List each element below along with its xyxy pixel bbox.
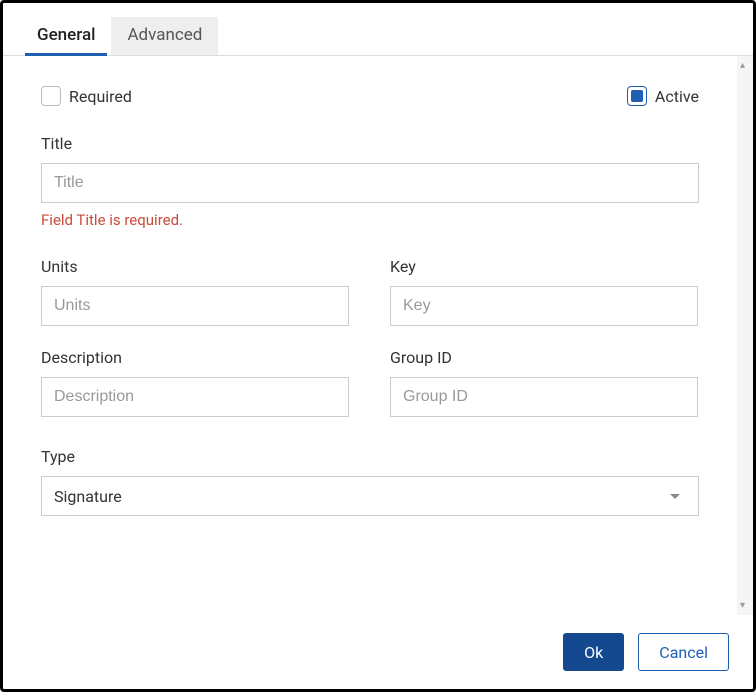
description-label: Description [41,348,350,367]
type-select-value: Signature [54,487,122,506]
title-input[interactable] [41,163,699,203]
scroll-down-icon: ▾ [740,600,745,611]
type-label: Type [41,447,699,466]
groupid-label: Group ID [390,348,699,367]
row-units-key: Units Key [41,257,699,326]
dialog-footer: Ok Cancel [3,615,753,689]
required-checkbox[interactable] [41,86,61,106]
title-label: Title [41,134,699,153]
form-content: Required Active Title Field Title is req… [3,56,737,615]
active-label: Active [655,87,699,106]
content-wrapper: Required Active Title Field Title is req… [3,56,753,615]
required-label: Required [69,87,132,106]
cancel-button[interactable]: Cancel [638,633,729,671]
required-checkbox-group: Required [41,86,132,106]
description-field-block: Description [41,348,350,417]
title-field-block: Title Field Title is required. [41,134,699,229]
key-label: Key [390,257,699,276]
units-label: Units [41,257,350,276]
tab-advanced[interactable]: Advanced [111,17,218,55]
vertical-scrollbar[interactable]: ▴ ▾ [737,56,753,615]
ok-button[interactable]: Ok [563,633,624,671]
title-error: Field Title is required. [41,211,699,229]
row-description-groupid: Description Group ID [41,348,699,417]
active-checkbox[interactable] [627,86,647,106]
description-input[interactable] [41,377,349,417]
key-field-block: Key [390,257,699,326]
groupid-input[interactable] [390,377,698,417]
tab-bar: General Advanced [3,3,753,56]
groupid-field-block: Group ID [390,348,699,417]
chevron-down-icon [670,494,680,499]
type-select[interactable]: Signature [41,476,699,516]
type-field-block: Type Signature [41,447,699,516]
tab-general[interactable]: General [21,17,111,55]
units-field-block: Units [41,257,350,326]
key-input[interactable] [390,286,698,326]
scroll-up-icon: ▴ [740,60,745,71]
type-select-wrap: Signature [41,476,699,516]
units-input[interactable] [41,286,349,326]
active-checkbox-group: Active [627,86,699,106]
top-checkbox-row: Required Active [41,86,699,106]
